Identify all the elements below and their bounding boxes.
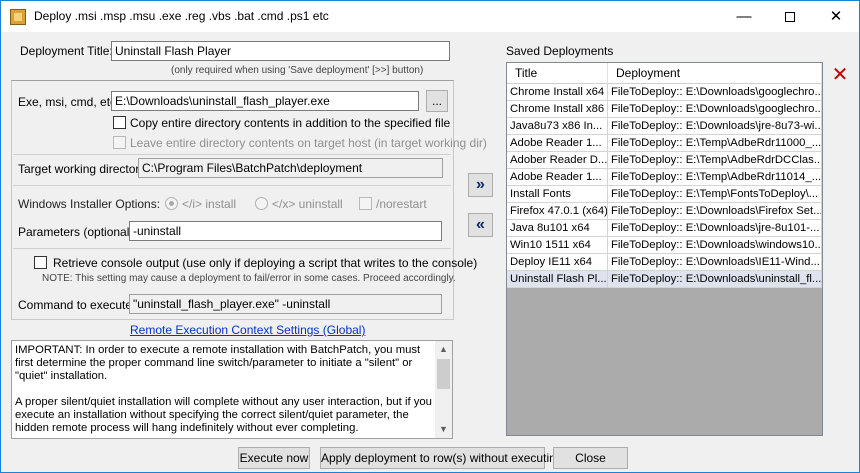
leave-directory-label: Leave entire directory contents on targe…: [130, 136, 487, 150]
maximize-icon: [785, 12, 795, 23]
row-deployment-cell[interactable]: FileToDeploy:: E:\Temp\AdbeRdr11014_...: [608, 169, 822, 186]
row-deployment-cell[interactable]: FileToDeploy:: E:\Downloads\googlechro..…: [608, 84, 822, 101]
row-title-cell[interactable]: Uninstall Flash Pl...: [507, 271, 608, 288]
norestart-label: /norestart: [376, 197, 427, 211]
scroll-down-icon[interactable]: ▼: [435, 421, 452, 438]
row-title-cell[interactable]: Java8u73 x86 In...: [507, 118, 608, 135]
install-radio-label: </i> install: [182, 197, 237, 211]
execute-now-button[interactable]: Execute now: [238, 447, 310, 469]
command-input[interactable]: "uninstall_flash_player.exe" -uninstall: [129, 294, 442, 314]
target-dir-label: Target working directory:: [18, 162, 149, 176]
uninstall-radio-label: </x> uninstall: [272, 197, 343, 211]
copy-directory-checkbox[interactable]: [113, 116, 126, 129]
info-textbox[interactable]: IMPORTANT: In order to execute a remote …: [11, 340, 453, 439]
table-row[interactable]: Adobe Reader 1... FileToDeploy:: E:\Temp\…: [507, 135, 822, 152]
row-deployment-cell[interactable]: FileToDeploy:: E:\Downloads\Firefox Set.…: [608, 203, 822, 220]
console-output-note: NOTE: This setting may cause a deploymen…: [42, 273, 456, 284]
table-row[interactable]: Java8u73 x86 In... FileToDeploy:: E:\Down…: [507, 118, 822, 135]
row-deployment-cell[interactable]: FileToDeploy:: E:\Temp\AdbeRdr11000_...: [608, 135, 822, 152]
info-paragraph: A proper silent/quiet installation will …: [15, 396, 432, 434]
table-row[interactable]: Java 8u101 x64 FileToDeploy:: E:\Download…: [507, 220, 822, 237]
column-header-deployment[interactable]: Deployment: [608, 63, 822, 84]
row-title-cell[interactable]: Adober Reader D...: [507, 152, 608, 169]
console-output-checkbox[interactable]: [34, 256, 47, 269]
title-bar: Deploy .msi .msp .msu .exe .reg .vbs .ba…: [1, 1, 859, 32]
scroll-up-icon[interactable]: ▲: [435, 341, 452, 358]
remote-context-settings-link[interactable]: Remote Execution Context Settings (Globa…: [130, 323, 365, 337]
table-row[interactable]: Deploy IE11 x64 FileToDeploy:: E:\Downloa…: [507, 254, 822, 271]
info-paragraph: IMPORTANT: In order to execute a remote …: [15, 344, 421, 382]
column-header-title[interactable]: Title: [507, 63, 608, 84]
parameters-input[interactable]: -uninstall: [129, 221, 442, 241]
table-row[interactable]: Install Fonts FileToDeploy:: E:\Temp\Font…: [507, 186, 822, 203]
copy-directory-label: Copy entire directory contents in additi…: [130, 116, 451, 130]
table-row[interactable]: Adobe Reader 1... FileToDeploy:: E:\Temp\…: [507, 169, 822, 186]
deployment-title-label: Deployment Title:: [20, 44, 113, 58]
row-title-cell[interactable]: Firefox 47.0.1 (x64): [507, 203, 608, 220]
row-deployment-cell[interactable]: FileToDeploy:: E:\Temp\FontsToDeploy\...: [608, 186, 822, 203]
row-deployment-cell[interactable]: FileToDeploy:: E:\Downloads\uninstall_fl…: [608, 271, 822, 288]
row-deployment-cell[interactable]: FileToDeploy:: E:\Downloads\jre-8u73-wi.…: [608, 118, 822, 135]
browse-button[interactable]: ...: [426, 90, 448, 112]
divider: [13, 154, 451, 155]
leave-directory-checkbox[interactable]: [113, 136, 126, 149]
exe-path-input[interactable]: E:\Downloads\uninstall_flash_player.exe: [111, 91, 419, 111]
row-title-cell[interactable]: Adobe Reader 1...: [507, 135, 608, 152]
table-row[interactable]: Win10 1511 x64 FileToDeploy:: E:\Download…: [507, 237, 822, 254]
console-output-label: Retrieve console output (use only if dep…: [53, 256, 478, 270]
divider: [13, 185, 451, 186]
maximize-button[interactable]: [767, 1, 813, 32]
saved-deployments-heading: Saved Deployments: [506, 44, 614, 58]
load-deployment-button[interactable]: «: [468, 213, 493, 237]
target-dir-input[interactable]: C:\Program Files\BatchPatch\deployment: [138, 158, 443, 178]
table-row[interactable]: Chrome Install x64 FileToDeploy:: E:\Down…: [507, 84, 822, 101]
app-icon: [10, 9, 26, 25]
exe-label: Exe, msi, cmd, etc:: [18, 95, 120, 109]
apply-deployment-button[interactable]: Apply deployment to row(s) without execu…: [320, 447, 562, 469]
command-label: Command to execute:: [18, 298, 136, 312]
close-button[interactable]: Close: [553, 447, 628, 469]
table-row[interactable]: Chrome Install x86 FileToDeploy:: E:\Down…: [507, 101, 822, 118]
row-title-cell[interactable]: Java 8u101 x64: [507, 220, 608, 237]
row-title-cell[interactable]: Win10 1511 x64: [507, 237, 608, 254]
info-text: IMPORTANT: In order to execute a remote …: [15, 344, 436, 438]
row-deployment-cell[interactable]: FileToDeploy:: E:\Downloads\windows10...: [608, 237, 822, 254]
row-deployment-cell[interactable]: FileToDeploy:: E:\Downloads\googlechro..…: [608, 101, 822, 118]
parameters-label: Parameters (optional):: [18, 225, 137, 239]
table-row[interactable]: Adober Reader D... FileToDeploy:: E:\Temp…: [507, 152, 822, 169]
row-deployment-cell[interactable]: FileToDeploy:: E:\Downloads\IE11-Wind...: [608, 254, 822, 271]
norestart-checkbox[interactable]: [359, 197, 372, 210]
deployment-title-note: (only required when using 'Save deployme…: [171, 65, 424, 76]
deploy-window: Deploy .msi .msp .msu .exe .reg .vbs .ba…: [0, 0, 860, 473]
uninstall-radio[interactable]: [255, 197, 268, 210]
scroll-thumb[interactable]: [437, 359, 450, 389]
deployment-title-input[interactable]: Uninstall Flash Player: [111, 41, 450, 61]
delete-icon[interactable]: ✕: [828, 64, 852, 86]
saved-deployments-grid[interactable]: Title Deployment Chrome Install x64 FileT…: [506, 62, 823, 436]
installer-options-label: Windows Installer Options:: [18, 197, 161, 211]
close-window-button[interactable]: ✕: [813, 1, 859, 32]
row-title-cell[interactable]: Deploy IE11 x64: [507, 254, 608, 271]
row-deployment-cell[interactable]: FileToDeploy:: E:\Downloads\jre-8u101-..…: [608, 220, 822, 237]
info-scrollbar[interactable]: ▲ ▼: [435, 341, 452, 438]
window-title: Deploy .msi .msp .msu .exe .reg .vbs .ba…: [34, 9, 329, 23]
minimize-button[interactable]: —: [721, 1, 767, 32]
row-title-cell[interactable]: Chrome Install x64: [507, 84, 608, 101]
grid-header: Title Deployment: [507, 63, 822, 84]
row-title-cell[interactable]: Chrome Install x86: [507, 101, 608, 118]
row-deployment-cell[interactable]: FileToDeploy:: E:\Temp\AdbeRdrDCClas...: [608, 152, 822, 169]
row-title-cell[interactable]: Install Fonts: [507, 186, 608, 203]
divider: [13, 248, 451, 249]
install-radio[interactable]: [165, 197, 178, 210]
save-deployment-button[interactable]: »: [468, 173, 493, 197]
table-row[interactable]: Firefox 47.0.1 (x64) FileToDeploy:: E:\Do…: [507, 203, 822, 220]
row-title-cell[interactable]: Adobe Reader 1...: [507, 169, 608, 186]
table-row[interactable]: Uninstall Flash Pl... FileToDeploy:: E:\D…: [507, 271, 822, 288]
